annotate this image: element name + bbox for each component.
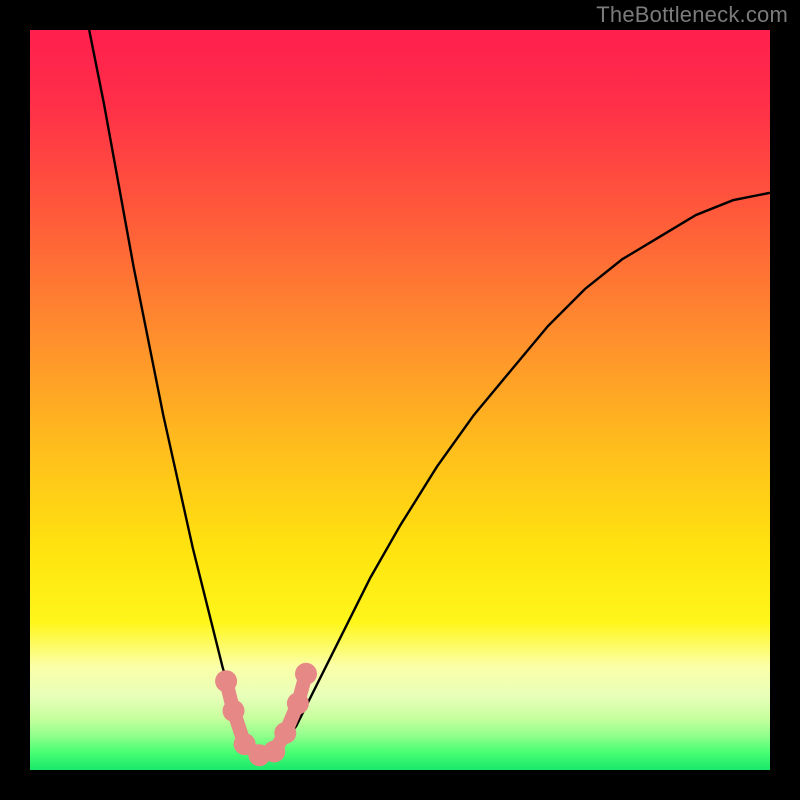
marker-dot <box>215 670 237 692</box>
chart-stage: TheBottleneck.com <box>0 0 800 800</box>
watermark-text: TheBottleneck.com <box>596 2 788 28</box>
marker-dot <box>274 722 296 744</box>
marker-dot <box>263 741 285 763</box>
bottleneck-chart <box>0 0 800 800</box>
marker-dot <box>287 692 309 714</box>
plot-background <box>30 30 770 770</box>
marker-dot <box>295 663 317 685</box>
marker-dot <box>223 700 245 722</box>
